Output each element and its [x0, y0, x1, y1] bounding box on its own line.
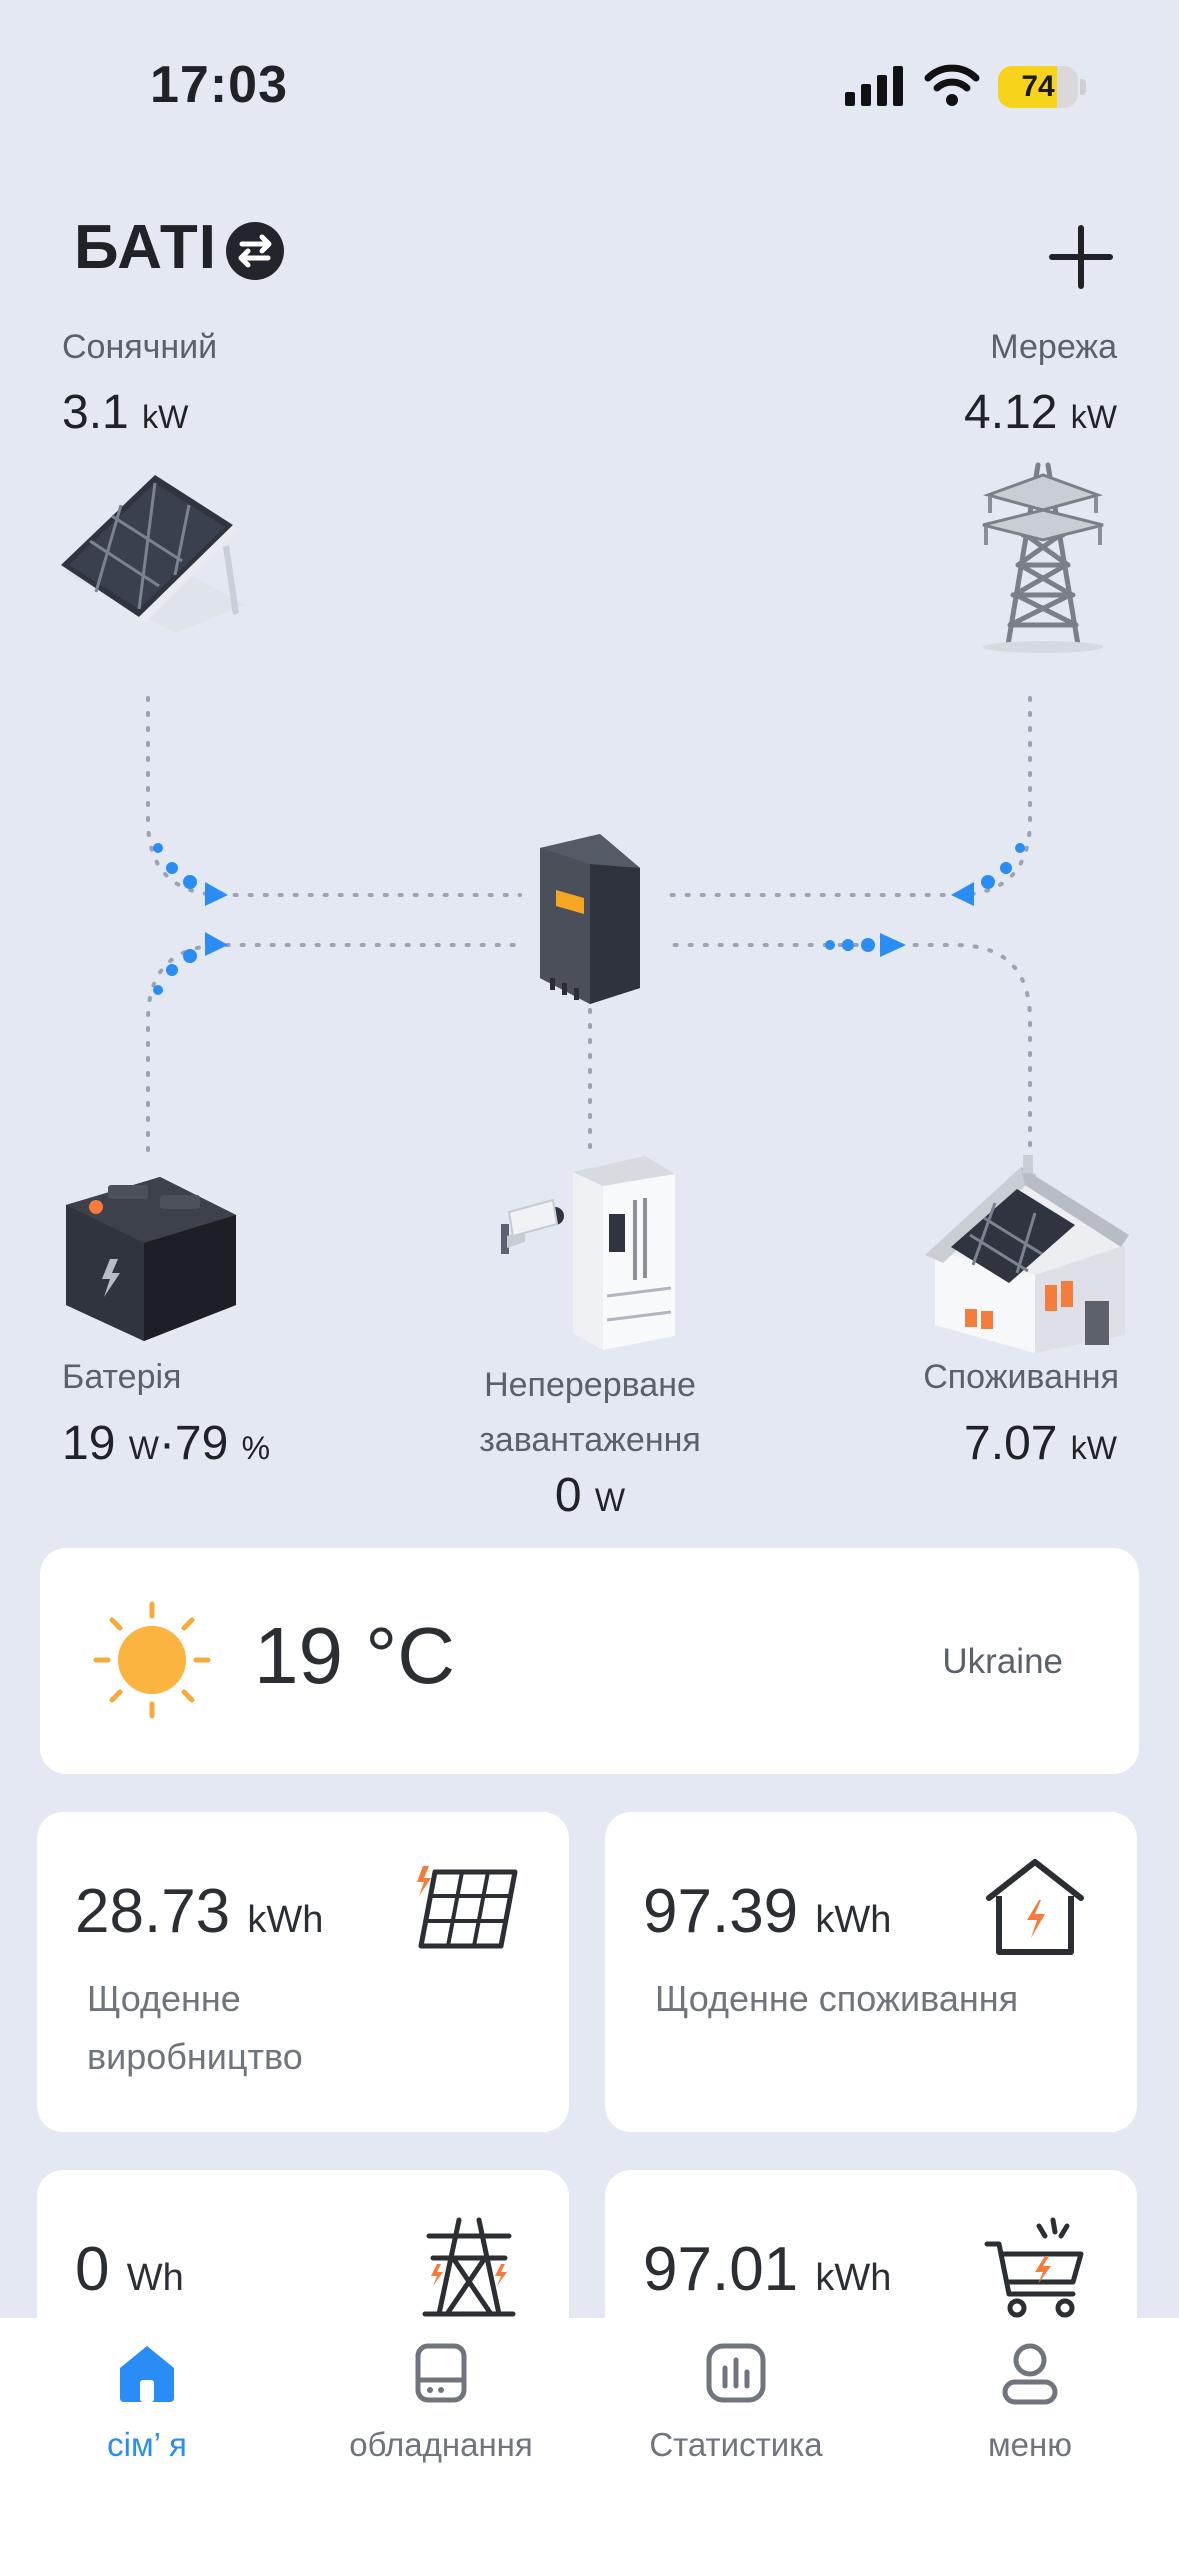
tab-menu[interactable]: меню: [900, 2338, 1160, 2488]
ups-load-label: Неперерване завантаження: [479, 1366, 701, 1459]
cart-power-icon: [984, 2217, 1084, 2318]
daily-production-value: 28.73 kWh: [75, 1877, 324, 1946]
tab-home[interactable]: сім’ я: [17, 2338, 277, 2488]
consumption-label: Споживання: [923, 1358, 1119, 1396]
grid-label: Мережа: [990, 328, 1117, 366]
inverter-icon: [540, 834, 640, 1004]
battery-device-icon: [66, 1177, 236, 1341]
tab-statistics[interactable]: Статистика: [606, 2338, 866, 2488]
battery-label: Батерія: [62, 1358, 182, 1396]
device-icon: [415, 2343, 467, 2403]
ups-load-icon: [501, 1156, 675, 1350]
temperature: 19 °C: [254, 1611, 455, 1700]
user-icon: [1002, 2343, 1058, 2405]
wifi-icon: [924, 64, 980, 106]
grid-energy-value: 0 Wh: [75, 2235, 184, 2304]
house-icon: [925, 1155, 1129, 1353]
tab-menu-label: меню: [987, 2426, 1072, 2463]
daily-production-label: Щоденне виробництво: [87, 1978, 303, 2077]
solar-panel-icon: [417, 1866, 518, 1949]
ups-load-value: 0 W: [554, 1469, 626, 1522]
solar-label: Сонячний: [62, 328, 218, 366]
tab-home-label: сім’ я: [107, 2426, 187, 2463]
daily-consumption-value: 97.39 kWh: [643, 1877, 892, 1946]
status-time: 17:03: [150, 56, 288, 114]
power-tower-icon: [422, 2217, 516, 2317]
tab-devices-label: обладнання: [349, 2426, 533, 2463]
solar-panel-icon: [61, 475, 245, 633]
tab-statistics-label: Статистика: [649, 2426, 823, 2463]
battery-nub: [1080, 79, 1086, 95]
weather-card[interactable]: 19 °C Ukraine: [40, 1548, 1139, 1774]
consumption-value: 7.07 kW: [964, 1417, 1117, 1470]
home-icon: [120, 2346, 174, 2402]
solar-value: 3.1 kW: [62, 386, 189, 439]
power-tower-icon: [982, 462, 1104, 653]
tab-bar: сім’ я обладнання Статистика меню: [0, 2318, 1179, 2556]
sun-icon: [93, 1601, 211, 1719]
daily-consumption-label: Щоденне споживання: [655, 1978, 1019, 2019]
purchased-energy-value: 97.01 kWh: [643, 2235, 892, 2304]
house-power-icon: [986, 1859, 1084, 1955]
add-button[interactable]: [1046, 222, 1116, 292]
battery-value: 19 W·79 %: [62, 1417, 271, 1470]
cellular-signal-icon: [845, 66, 903, 106]
battery-indicator: 74: [998, 66, 1078, 108]
swap-icon[interactable]: [226, 222, 284, 280]
site-title[interactable]: БАТІ: [74, 212, 217, 283]
chart-icon: [706, 2343, 766, 2403]
tab-devices[interactable]: обладнання: [311, 2338, 571, 2488]
grid-value: 4.12 kW: [964, 386, 1117, 439]
daily-production-card[interactable]: 28.73 kWh Щоденне виробництво: [37, 1812, 569, 2132]
daily-consumption-card[interactable]: 97.39 kWh Щоденне споживання: [605, 1812, 1137, 2132]
weather-location: Ukraine: [942, 1642, 1063, 1681]
